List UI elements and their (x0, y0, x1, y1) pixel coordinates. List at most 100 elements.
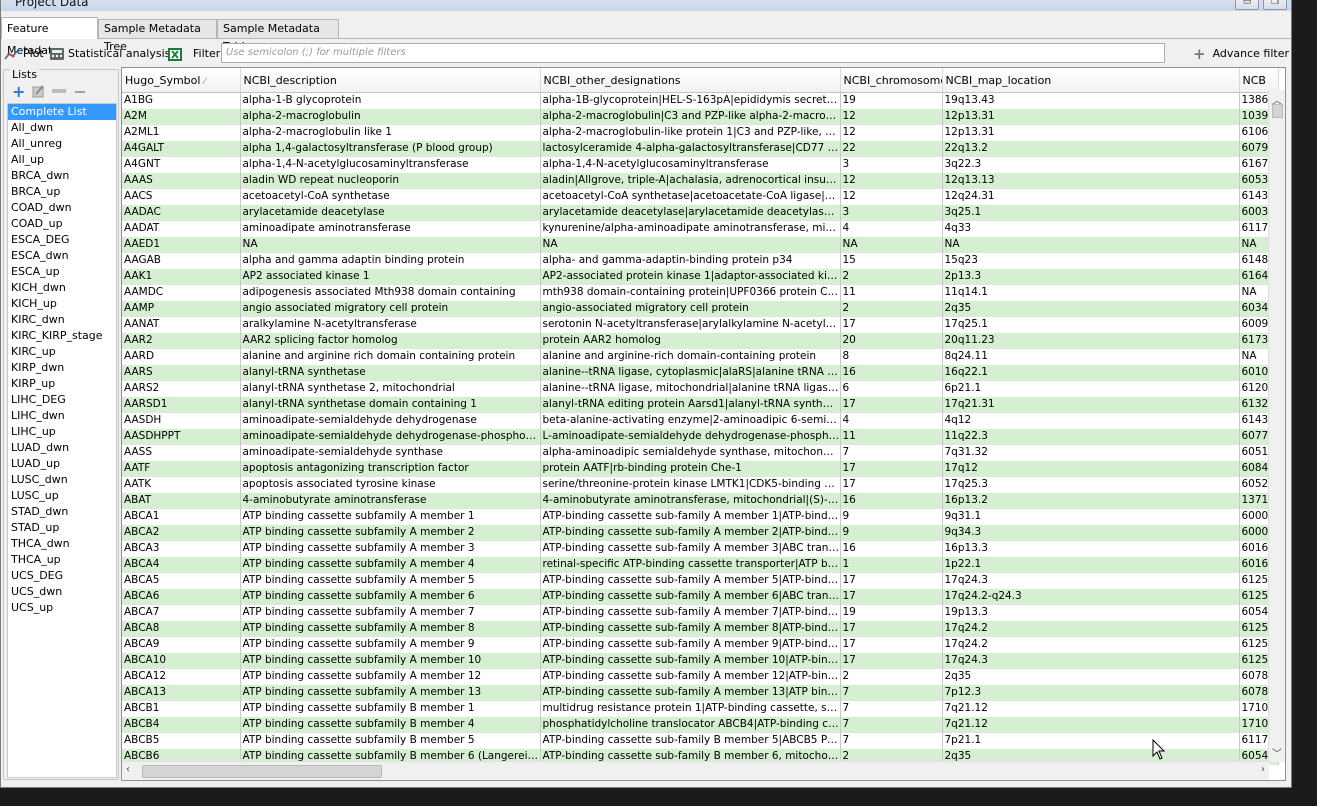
cell-ncbi-chromosome[interactable]: 17 (840, 460, 943, 477)
cell-hugo-symbol[interactable]: AARS (122, 364, 241, 381)
cell-hugo-symbol[interactable]: A2M (122, 108, 241, 125)
table-row[interactable]: AARS alanyl-tRNA synthetase alanine--tRNA … (122, 364, 1279, 381)
list-item[interactable]: KICH_up (8, 296, 116, 312)
cell-hugo-symbol[interactable]: ABCA5 (122, 572, 241, 589)
cell-hugo-symbol[interactable]: ABCB1 (122, 700, 241, 717)
cell-ncbi-description[interactable]: alanine and arginine rich domain contain… (240, 348, 541, 365)
cell-ncbi-other-designations[interactable]: retinal-specific ATP-binding cassette tr… (540, 556, 841, 573)
cell-hugo-symbol[interactable]: AATF (122, 460, 241, 477)
minimize-button[interactable]: ▭ (1235, 0, 1259, 10)
cell-hugo-symbol[interactable]: A4GNT (122, 156, 241, 173)
cell-hugo-symbol[interactable]: ABCB5 (122, 732, 241, 749)
cell-ncbi-other-designations[interactable]: alpha-1,4-N-acetylglucosaminyltransferas… (540, 156, 841, 173)
add-list-icon[interactable]: + (12, 82, 25, 101)
cell-ncbi-map-location[interactable]: 1p22.1 (942, 556, 1240, 573)
cell-ncbi-other-designations[interactable]: alpha-2-macroglobulin-like protein 1|C3 … (540, 124, 841, 141)
restore-button[interactable]: ❐ (1263, 0, 1287, 10)
cell-ncbi-map-location[interactable]: 7p21.1 (942, 732, 1240, 749)
cell-ncbi-chromosome[interactable]: 12 (840, 188, 943, 205)
list-item[interactable]: LIHC_DEG (8, 392, 116, 408)
table-row[interactable]: AATK apoptosis associated tyrosine kinase… (122, 476, 1279, 493)
table-row[interactable]: ABCB1 ATP binding cassette subfamily B me… (122, 700, 1279, 717)
cell-ncbi-other-designations[interactable]: alpha-aminoadipic semialdehyde synthase,… (540, 444, 841, 461)
cell-ncbi-chromosome[interactable]: 2 (840, 268, 943, 285)
cell-ncbi-map-location[interactable]: 17q24.2 (942, 636, 1240, 653)
tab-sample-metadata-tree[interactable]: Sample Metadata Tree (98, 19, 217, 53)
list-item[interactable]: LIHC_up (8, 424, 116, 440)
table-row[interactable]: AAED1 NA NA NA NA NA (122, 236, 1279, 253)
list-item[interactable]: STAD_up (8, 520, 116, 536)
table-row[interactable]: AAGAB alpha and gamma adaptin binding pro… (122, 252, 1279, 269)
cell-ncbi-other-designations[interactable]: L-aminoadipate-semialdehyde dehydrogenas… (540, 428, 841, 445)
cell-ncbi-other-designations[interactable]: ATP-binding cassette sub-family A member… (540, 508, 841, 525)
cell-ncbi-other-designations[interactable]: ATP-binding cassette sub-family A member… (540, 684, 841, 701)
cell-ncbi-description[interactable]: arylacetamide deacetylase (240, 204, 541, 221)
cell-ncbi-chromosome[interactable]: 17 (840, 316, 943, 333)
list-item[interactable]: KIRP_up (8, 376, 116, 392)
column-header-ncbi-other-designations[interactable]: NCBI_other_designations (540, 68, 841, 93)
cell-hugo-symbol[interactable]: ABCA1 (122, 508, 241, 525)
cell-ncbi-other-designations[interactable]: ATP-binding cassette sub-family A member… (540, 572, 841, 589)
cell-ncbi-chromosome[interactable]: 12 (840, 108, 943, 125)
table-row[interactable]: ABCA12 ATP binding cassette subfamily A m… (122, 668, 1279, 685)
cell-ncbi-map-location[interactable]: 16p13.2 (942, 492, 1240, 509)
cell-hugo-symbol[interactable]: AATK (122, 476, 241, 493)
horizontal-scrollbar[interactable]: ‹ › (122, 761, 1269, 780)
table-row[interactable]: AADAT aminoadipate aminotransferase kynure… (122, 220, 1279, 237)
cell-ncbi-other-designations[interactable]: ATP-binding cassette sub-family A member… (540, 524, 841, 541)
cell-ncbi-chromosome[interactable]: 17 (840, 476, 943, 493)
cell-ncbi-chromosome[interactable]: 17 (840, 636, 943, 653)
cell-ncbi-description[interactable]: ATP binding cassette subfamily A member … (240, 620, 541, 637)
cell-ncbi-description[interactable]: ATP binding cassette subfamily A member … (240, 668, 541, 685)
list-item[interactable]: STAD_dwn (8, 504, 116, 520)
vertical-scroll-thumb[interactable] (1272, 104, 1283, 118)
cell-ncbi-chromosome[interactable]: 16 (840, 492, 943, 509)
cell-ncbi-chromosome[interactable]: 12 (840, 124, 943, 141)
cell-ncbi-description[interactable]: alpha-2-macroglobulin (240, 108, 541, 125)
table-row[interactable]: A4GALT alpha 1,4-galactosyltransferase (P… (122, 140, 1279, 157)
scroll-right-icon[interactable]: › (1261, 764, 1265, 775)
cell-ncbi-map-location[interactable]: 11q22.3 (942, 428, 1240, 445)
column-header-ncbi-map-location[interactable]: NCBI_map_location (942, 68, 1240, 93)
cell-ncbi-description[interactable]: alanyl-tRNA synthetase domain containing… (240, 396, 541, 413)
cell-hugo-symbol[interactable]: AARSD1 (122, 396, 241, 413)
table-row[interactable]: AASS aminoadipate-semialdehyde synthase al… (122, 444, 1279, 461)
cell-ncbi-description[interactable]: ATP binding cassette subfamily A member … (240, 572, 541, 589)
cell-ncbi-other-designations[interactable]: aladin|Allgrove, triple-A|achalasia, adr… (540, 172, 841, 189)
table-row[interactable]: AADAC arylacetamide deacetylase arylacetam… (122, 204, 1279, 221)
excel-export-button[interactable] (167, 45, 183, 63)
table-row[interactable]: AARD alanine and arginine rich domain con… (122, 348, 1279, 365)
cell-ncbi-chromosome[interactable]: 11 (840, 428, 943, 445)
cell-hugo-symbol[interactable]: ABCA6 (122, 588, 241, 605)
table-row[interactable]: ABCA3 ATP binding cassette subfamily A me… (122, 540, 1279, 557)
cell-ncbi-other-designations[interactable]: ATP-binding cassette sub-family A member… (540, 620, 841, 637)
cell-ncbi-chromosome[interactable]: 16 (840, 364, 943, 381)
cell-ncbi-description[interactable]: ATP binding cassette subfamily A member … (240, 588, 541, 605)
table-row[interactable]: ABCA1 ATP binding cassette subfamily A me… (122, 508, 1279, 525)
cell-ncbi-chromosome[interactable]: 15 (840, 252, 943, 269)
cell-hugo-symbol[interactable]: A1BG (122, 92, 241, 109)
cell-ncbi-other-designations[interactable]: NA (540, 236, 841, 253)
table-row[interactable]: AAMDC adipogenesis associated Mth938 doma… (122, 284, 1279, 301)
table-row[interactable]: ABCA2 ATP binding cassette subfamily A me… (122, 524, 1279, 541)
cell-ncbi-other-designations[interactable]: ATP-binding cassette sub-family A member… (540, 668, 841, 685)
list-item[interactable]: All_unreg (8, 136, 116, 152)
cell-hugo-symbol[interactable]: AAK1 (122, 268, 241, 285)
cell-ncbi-map-location[interactable]: 3q22.3 (942, 156, 1240, 173)
cell-ncbi-other-designations[interactable]: protein AAR2 homolog (540, 332, 841, 349)
filter-input[interactable]: Use semicolon (;) for multiple filters (221, 43, 1165, 63)
cell-ncbi-map-location[interactable]: 17q25.3 (942, 476, 1240, 493)
cell-ncbi-description[interactable]: alpha and gamma adaptin binding protein (240, 252, 541, 269)
cell-ncbi-map-location[interactable]: 17q21.31 (942, 396, 1240, 413)
cell-ncbi-description[interactable]: AAR2 splicing factor homolog (240, 332, 541, 349)
cell-ncbi-other-designations[interactable]: arylacetamide deacetylase|arylacetamide … (540, 204, 841, 221)
cell-ncbi-other-designations[interactable]: alpha-1B-glycoprotein|HEL-S-163pA|epidid… (540, 92, 841, 109)
cell-ncbi-map-location[interactable]: 15q23 (942, 252, 1240, 269)
cell-ncbi-chromosome[interactable]: 20 (840, 332, 943, 349)
cell-ncbi-chromosome[interactable]: 7 (840, 444, 943, 461)
cell-hugo-symbol[interactable]: AARD (122, 348, 241, 365)
cell-ncbi-map-location[interactable]: 19q13.43 (942, 92, 1240, 109)
cell-ncbi-map-location[interactable]: 12p13.31 (942, 124, 1240, 141)
cell-ncbi-description[interactable]: aladin WD repeat nucleoporin (240, 172, 541, 189)
cell-ncbi-other-designations[interactable]: alpha-2-macroglobulin|C3 and PZP-like al… (540, 108, 841, 125)
